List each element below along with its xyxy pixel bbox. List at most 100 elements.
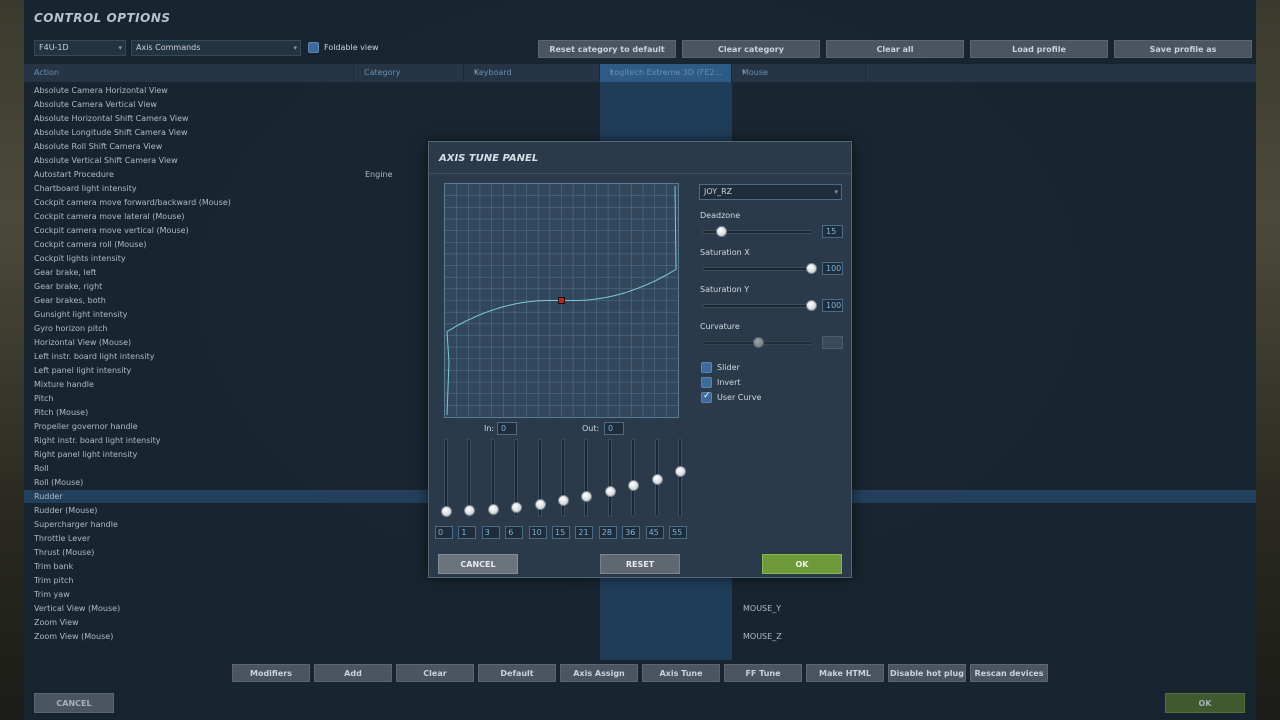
curve-point-slider-knob[interactable] — [534, 498, 546, 510]
invert-checkbox[interactable] — [701, 377, 712, 388]
action-row[interactable]: Thrust (Mouse) — [34, 546, 434, 560]
saturation-y-slider-knob[interactable] — [806, 300, 817, 311]
clear-all-button[interactable]: Clear all — [826, 40, 964, 58]
in-field[interactable]: 0 — [497, 422, 517, 435]
curve-point-field[interactable]: 36 — [622, 526, 641, 539]
action-row[interactable]: Left instr. board light intensity — [34, 350, 434, 364]
curve-point-slider-track[interactable] — [678, 439, 682, 517]
action-row[interactable]: Trim bank — [34, 560, 434, 574]
curve-point-field[interactable]: 6 — [505, 526, 524, 539]
action-row[interactable]: Cockpit camera move lateral (Mouse) — [34, 210, 434, 224]
dialog-cancel-button[interactable]: CANCEL — [438, 554, 518, 574]
action-row[interactable]: Horizontal View (Mouse) — [34, 336, 434, 350]
curve-point-field[interactable]: 10 — [528, 526, 547, 539]
curve-point-slider-knob[interactable] — [558, 495, 569, 507]
action-row[interactable]: Trim yaw — [34, 588, 434, 602]
axis-assign-button[interactable]: Axis Assign — [560, 664, 638, 682]
dialog-ok-button[interactable]: OK — [762, 554, 842, 574]
action-row[interactable]: Gunsight light intensity — [34, 308, 434, 322]
action-row[interactable]: Rudder — [34, 490, 434, 504]
make-html-button[interactable]: Make HTML — [806, 664, 884, 682]
action-row[interactable]: Propeller governor handle — [34, 420, 434, 434]
action-row[interactable]: Pitch — [34, 392, 434, 406]
action-row[interactable]: Absolute Camera Horizontal View — [34, 84, 434, 98]
curve-point-slider-knob[interactable] — [628, 480, 640, 492]
action-row[interactable]: Gear brake, left — [34, 266, 434, 280]
aircraft-select[interactable]: F4U-1D ▾ — [34, 40, 126, 56]
action-row[interactable]: Trim pitch — [34, 574, 434, 588]
curve-point-slider-knob[interactable] — [651, 473, 663, 485]
rescan-devices-button[interactable]: Rescan devices — [970, 664, 1048, 682]
curve-point-field[interactable]: 55 — [669, 526, 687, 539]
add-button[interactable]: Add — [314, 664, 392, 682]
dialog-reset-button[interactable]: RESET — [600, 554, 680, 574]
curve-point-slider-knob[interactable] — [511, 501, 523, 513]
curve-point-slider-knob[interactable] — [581, 490, 593, 502]
action-row[interactable]: Right panel light intensity — [34, 448, 434, 462]
action-row[interactable]: Cockpit camera roll (Mouse) — [34, 238, 434, 252]
action-row[interactable]: Roll (Mouse) — [34, 476, 434, 490]
action-row[interactable]: Gear brake, right — [34, 280, 434, 294]
axis-curve-graph[interactable] — [444, 183, 679, 418]
action-row[interactable]: Cockpit lights intensity — [34, 252, 434, 266]
action-row[interactable]: Cockpit camera move forward/backward (Mo… — [34, 196, 434, 210]
vertical-view-mouse-cell[interactable]: MOUSE_Y — [743, 604, 781, 613]
action-row[interactable]: Left panel light intensity — [34, 364, 434, 378]
column-header-mouse[interactable]: Mouse ▾ — [732, 64, 866, 82]
action-row[interactable]: Right instr. board light intensity — [34, 434, 434, 448]
curve-point-field[interactable]: 1 — [458, 526, 477, 539]
action-row[interactable]: Rudder (Mouse) — [34, 504, 434, 518]
curve-point-slider-track[interactable] — [631, 439, 636, 517]
slider-checkbox[interactable] — [701, 362, 712, 373]
clear-category-button[interactable]: Clear category — [682, 40, 820, 58]
column-header-category[interactable]: Category — [354, 64, 464, 82]
action-row[interactable]: Gear brakes, both — [34, 294, 434, 308]
action-row[interactable]: Zoom View — [34, 616, 434, 630]
curve-point-field[interactable]: 15 — [552, 526, 570, 539]
curve-point-field[interactable]: 0 — [435, 526, 453, 539]
autostart-category-cell[interactable]: Engine — [365, 170, 392, 179]
action-row[interactable]: Absolute Vertical Shift Camera View — [34, 154, 434, 168]
zoom-view-mouse-cell[interactable]: MOUSE_Z — [743, 632, 782, 641]
curve-point-field[interactable]: 28 — [598, 526, 617, 539]
deadzone-slider-knob[interactable] — [716, 226, 727, 237]
curve-point-field[interactable]: 45 — [645, 526, 664, 539]
action-row[interactable]: Throttle Lever — [34, 532, 434, 546]
action-row[interactable]: Roll — [34, 462, 434, 476]
save-profile-button[interactable]: Save profile as — [1114, 40, 1252, 58]
saturation-y-slider[interactable] — [702, 304, 814, 308]
ff-tune-button[interactable]: FF Tune — [724, 664, 802, 682]
column-header-keyboard[interactable]: Keyboard ▾ — [464, 64, 600, 82]
default-button[interactable]: Default — [478, 664, 556, 682]
ok-button[interactable]: OK — [1165, 693, 1245, 713]
curve-point-slider-track[interactable] — [607, 439, 612, 517]
saturation-x-slider-knob[interactable] — [806, 263, 817, 274]
out-field[interactable]: 0 — [604, 422, 624, 435]
action-row[interactable]: Zoom View (Mouse) — [34, 630, 434, 644]
load-profile-button[interactable]: Load profile — [970, 40, 1108, 58]
foldable-view-checkbox[interactable] — [308, 42, 319, 53]
action-row[interactable]: Absolute Longitude Shift Camera View — [34, 126, 434, 140]
action-row[interactable]: Pitch (Mouse) — [34, 406, 434, 420]
axis-tune-button[interactable]: Axis Tune — [642, 664, 720, 682]
action-row[interactable]: Vertical View (Mouse) — [34, 602, 434, 616]
action-row[interactable]: Cockpit camera move vertical (Mouse) — [34, 224, 434, 238]
curve-point-field[interactable]: 21 — [575, 526, 594, 539]
curve-point-slider-knob[interactable] — [675, 466, 686, 478]
reset-category-button[interactable]: Reset category to default — [538, 40, 676, 58]
saturation-x-slider[interactable] — [702, 267, 814, 271]
action-row[interactable]: Absolute Camera Vertical View — [34, 98, 434, 112]
action-row[interactable]: Absolute Horizontal Shift Camera View — [34, 112, 434, 126]
curve-point-slider-knob[interactable] — [464, 505, 476, 517]
user-curve-checkbox[interactable] — [701, 391, 712, 403]
axis-select[interactable]: JOY_RZ ▾ — [699, 184, 842, 200]
action-row[interactable]: Supercharger handle — [34, 518, 434, 532]
modifiers-button[interactable]: Modifiers — [232, 664, 310, 682]
action-row[interactable]: Mixture handle — [34, 378, 434, 392]
cancel-button[interactable]: CANCEL — [34, 693, 114, 713]
saturation-y-field[interactable]: 100 — [822, 299, 843, 312]
curve-point-field[interactable]: 3 — [481, 526, 500, 539]
column-header-action[interactable]: Action — [24, 64, 354, 82]
category-select[interactable]: Axis Commands ▾ — [131, 40, 301, 56]
curve-point-slider-knob[interactable] — [604, 485, 616, 497]
